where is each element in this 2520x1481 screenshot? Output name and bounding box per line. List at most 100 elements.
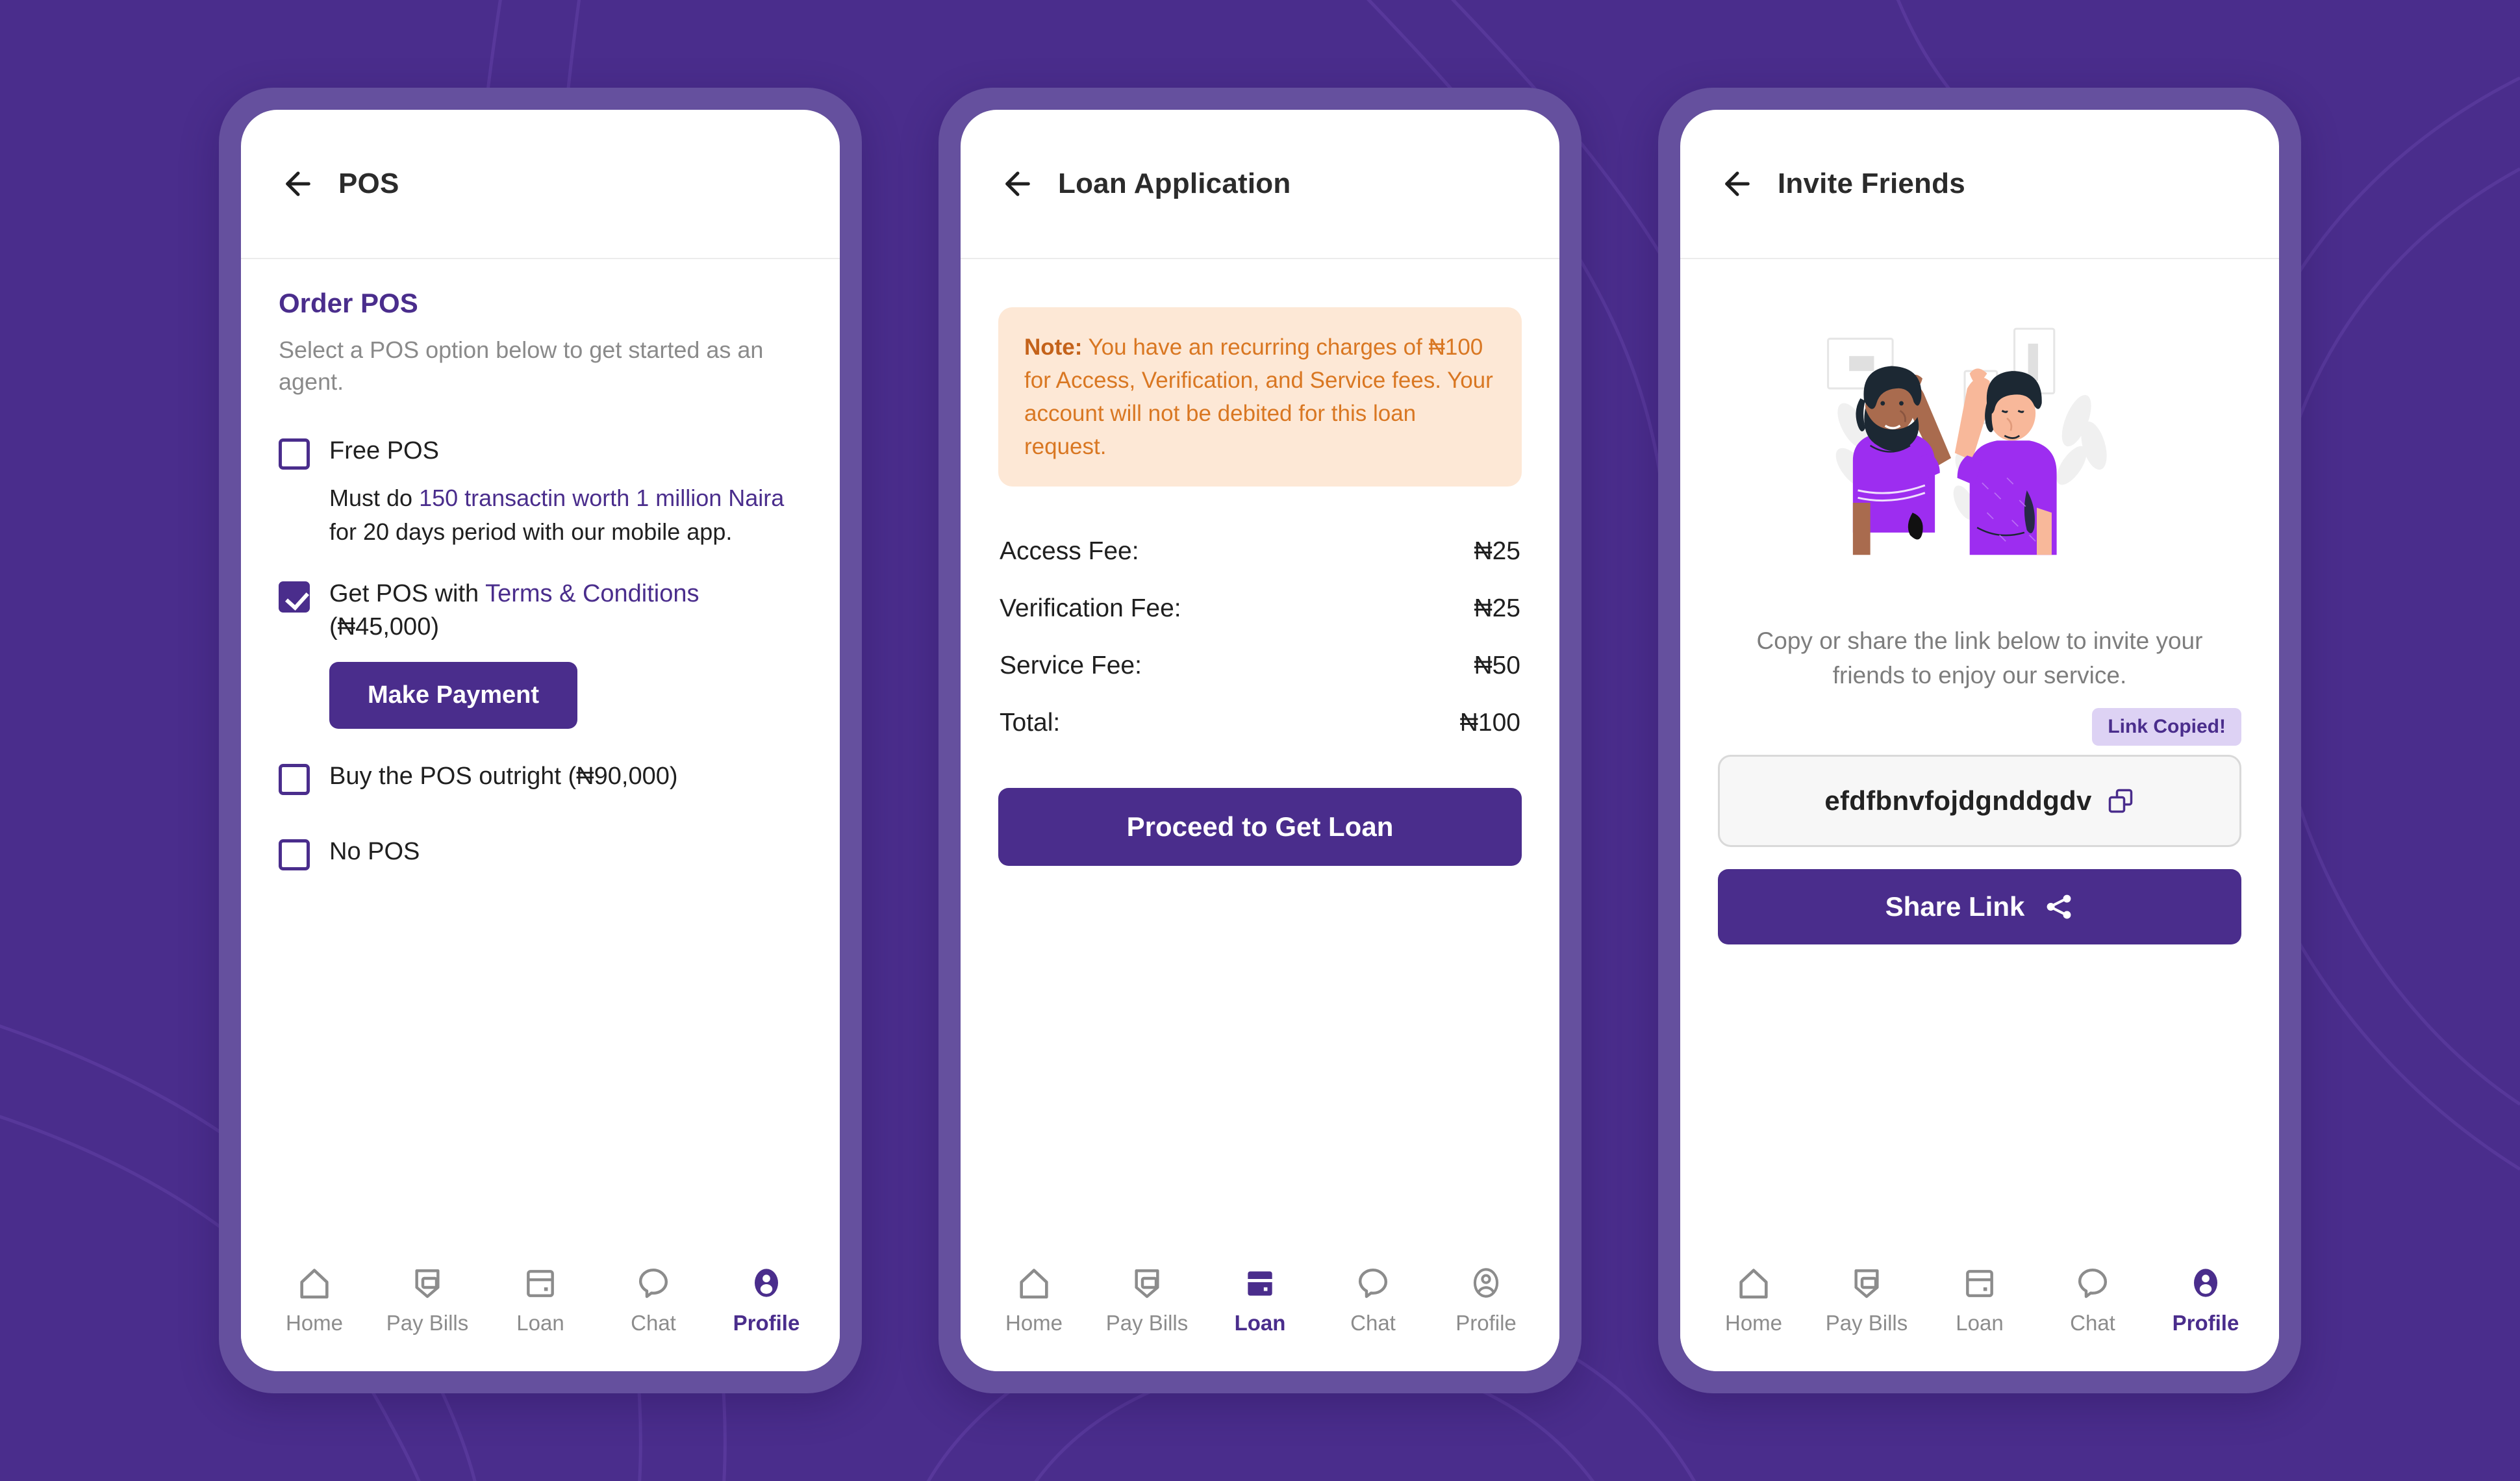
option-no-pos[interactable]: No POS: [279, 835, 802, 871]
share-link-label: Share Link: [1885, 891, 2025, 922]
phone-loan-application: Loan Application Note: You have an recur…: [939, 88, 1581, 1393]
fee-row-access: Access Fee: ₦25: [998, 523, 1522, 580]
tab-profile[interactable]: Profile: [711, 1260, 822, 1335]
note-label: Note:: [1024, 335, 1083, 360]
tab-chat[interactable]: Chat: [2037, 1260, 2148, 1335]
header-loan: Loan Application: [961, 110, 1559, 259]
profile-icon: [749, 1260, 784, 1302]
tab-label: Profile: [1455, 1311, 1517, 1335]
section-title: Order POS: [279, 288, 418, 318]
tab-profile[interactable]: Profile: [2150, 1260, 2261, 1335]
tab-label: Chat: [1350, 1311, 1396, 1335]
home-icon: [1015, 1260, 1053, 1302]
chat-icon: [635, 1260, 672, 1302]
option-label-get-pos: Get POS with Terms & Conditions (₦45,000…: [329, 577, 802, 644]
terms-and-conditions-link[interactable]: Terms & Conditions: [485, 580, 699, 607]
tab-loan[interactable]: Loan: [1924, 1260, 2035, 1335]
phone-mockup-stage: POS Order POS Select a POS option below …: [0, 0, 2520, 1481]
tab-label: Loan: [516, 1311, 564, 1335]
checkbox-free-pos[interactable]: [279, 438, 310, 470]
tab-label: Pay Bills: [1825, 1311, 1908, 1335]
note-banner: Note: You have an recurring charges of ₦…: [998, 307, 1522, 487]
tab-home[interactable]: Home: [259, 1260, 370, 1335]
option-get-pos[interactable]: Get POS with Terms & Conditions (₦45,000…: [279, 577, 802, 644]
tab-label: Chat: [631, 1311, 676, 1335]
tab-pay-bills[interactable]: Pay Bills: [1092, 1260, 1202, 1335]
chat-icon: [1355, 1260, 1391, 1302]
tab-loan[interactable]: Loan: [485, 1260, 596, 1335]
checkbox-no-pos[interactable]: [279, 839, 310, 871]
bottom-navigation-invite: Home Pay Bills Loan Chat Profile: [1680, 1241, 2279, 1371]
tab-label: Pay Bills: [386, 1311, 469, 1335]
profile-icon: [2188, 1260, 2223, 1302]
copied-badge-wrapper: Link Copied!: [1718, 708, 2241, 746]
invite-description: Copy or share the link below to invite y…: [1756, 627, 2203, 689]
tab-label: Home: [1005, 1311, 1063, 1335]
fee-label: Access Fee:: [1000, 537, 1139, 566]
screen-pos: POS Order POS Select a POS option below …: [241, 110, 840, 1371]
bottom-navigation-pos: Home Pay Bills Loan Chat Profile: [241, 1241, 840, 1371]
invite-body: Copy or share the link below to invite y…: [1680, 259, 2279, 1241]
section-subtitle: Select a POS option below to get started…: [279, 336, 764, 395]
option-label-no-pos: No POS: [329, 838, 420, 866]
arrow-left-icon[interactable]: [280, 166, 316, 202]
phone-pos: POS Order POS Select a POS option below …: [219, 88, 862, 1393]
pay-bills-icon: [1129, 1260, 1165, 1302]
get-pos-prefix: Get POS with: [329, 579, 486, 607]
page-title: Loan Application: [1058, 168, 1291, 199]
loan-icon: [1961, 1260, 1998, 1302]
illustration-wrapper: [1718, 316, 2241, 602]
fee-value: ₦50: [1474, 652, 1520, 680]
arrow-left-icon[interactable]: [1000, 166, 1036, 202]
tab-home[interactable]: Home: [979, 1260, 1089, 1335]
loan-icon: [1242, 1260, 1278, 1302]
referral-link-field[interactable]: efdfbnvfojdgnddgdv: [1718, 755, 2241, 848]
tab-profile[interactable]: Profile: [1431, 1260, 1541, 1335]
arrow-left-icon[interactable]: [1719, 166, 1756, 202]
tab-label: Loan: [1234, 1311, 1286, 1335]
copy-icon[interactable]: [2106, 787, 2135, 815]
option-buy-outright[interactable]: Buy the POS outright (₦90,000): [279, 760, 802, 796]
proceed-to-get-loan-button[interactable]: Proceed to Get Loan: [998, 788, 1522, 867]
tab-pay-bills[interactable]: Pay Bills: [1811, 1260, 1922, 1335]
tab-home[interactable]: Home: [1698, 1260, 1809, 1335]
loan-body: Note: You have an recurring charges of ₦…: [961, 259, 1559, 1241]
page-title: Invite Friends: [1778, 168, 1965, 199]
tab-chat[interactable]: Chat: [598, 1260, 709, 1335]
profile-icon: [1468, 1260, 1504, 1302]
pos-body: Order POS Select a POS option below to g…: [241, 259, 840, 1241]
share-link-button[interactable]: Share Link: [1718, 869, 2241, 945]
option-note-free-pos: Must do 150 transactin worth 1 million N…: [329, 481, 802, 549]
note-link[interactable]: 150 transactin worth 1 million Naira: [419, 485, 784, 511]
note-text: You have an recurring charges of ₦100 fo…: [1024, 335, 1493, 460]
fee-value: ₦25: [1474, 594, 1520, 623]
header-invite: Invite Friends: [1680, 110, 2279, 259]
tab-label: Chat: [2070, 1311, 2115, 1335]
tab-pay-bills[interactable]: Pay Bills: [372, 1260, 483, 1335]
fee-label: Total:: [1000, 709, 1061, 737]
pay-bills-icon: [409, 1260, 446, 1302]
note-prefix: Must do: [329, 484, 420, 511]
loan-icon: [522, 1260, 559, 1302]
tab-label: Profile: [2172, 1311, 2239, 1335]
home-icon: [1735, 1260, 1772, 1302]
screen-invite-friends: Invite Friends Copy or share the link be…: [1680, 110, 2279, 1371]
checkbox-get-pos[interactable]: [279, 581, 310, 613]
tab-chat[interactable]: Chat: [1318, 1260, 1428, 1335]
make-payment-button[interactable]: Make Payment: [329, 662, 577, 729]
phone-invite-friends: Invite Friends Copy or share the link be…: [1658, 88, 2301, 1393]
fee-value: ₦100: [1459, 709, 1520, 737]
option-label-free-pos: Free POS: [329, 437, 439, 464]
note-suffix: for 20 days period with our mobile app.: [329, 518, 733, 545]
home-icon: [296, 1260, 333, 1302]
fee-label: Verification Fee:: [1000, 594, 1181, 623]
fee-row-service: Service Fee: ₦50: [998, 637, 1522, 694]
share-icon: [2047, 894, 2071, 919]
option-free-pos[interactable]: Free POS: [279, 435, 802, 470]
checkbox-buy-outright[interactable]: [279, 764, 310, 796]
tab-loan[interactable]: Loan: [1205, 1260, 1315, 1335]
tab-label: Loan: [1956, 1311, 2004, 1335]
chat-icon: [2074, 1260, 2111, 1302]
